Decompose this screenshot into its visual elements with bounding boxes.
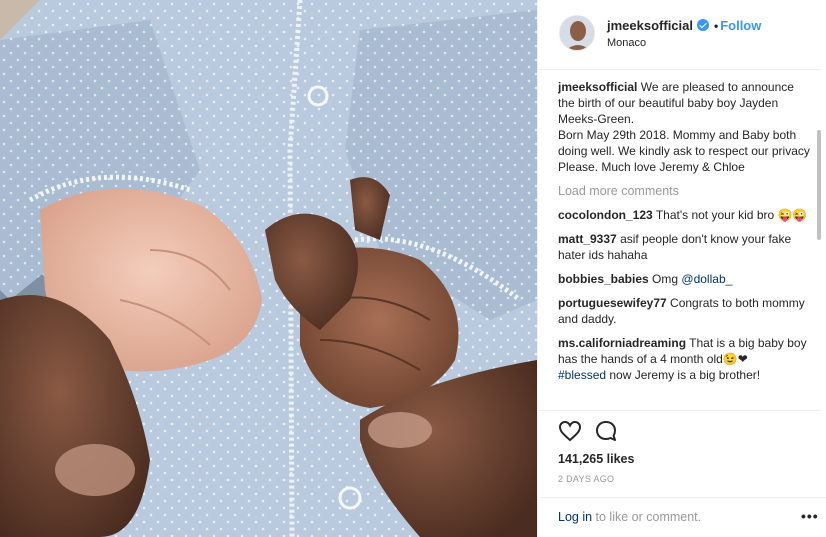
avatar[interactable] xyxy=(559,15,595,51)
comment-username[interactable]: cocolondon_123 xyxy=(558,208,653,222)
header-user-row: jmeeksofficial • Follow xyxy=(607,18,761,33)
comment-item: ms.californiadreaming That is a big baby… xyxy=(558,335,812,383)
verified-badge-icon xyxy=(697,19,709,31)
post-sidebar: jmeeksofficial • Follow Monaco jmeeksoffic… xyxy=(537,0,826,537)
separator-dot: • xyxy=(714,19,719,33)
action-bar xyxy=(538,410,821,450)
comments-scrollbar[interactable] xyxy=(817,70,821,410)
caption-line-2: Born May 29th 2018. Mommy and Baby both … xyxy=(558,128,810,158)
hashtag-link[interactable]: #blessed xyxy=(558,368,606,382)
comment-username[interactable]: matt_9337 xyxy=(558,232,617,246)
comment-username[interactable]: portuguesewifey77 xyxy=(558,296,667,310)
comment-item: portuguesewifey77 Congrats to both mommy… xyxy=(558,295,812,327)
comment-username[interactable]: bobbies_babies xyxy=(558,272,649,286)
speech-bubble-icon xyxy=(596,421,616,441)
follow-button[interactable]: Follow xyxy=(720,18,761,33)
comments-list[interactable]: jmeeksofficial We are pleased to announc… xyxy=(558,79,820,406)
post-timestamp[interactable]: 2 DAYS AGO xyxy=(558,474,614,484)
likes-count[interactable]: 141,265 likes xyxy=(558,452,634,466)
comment-item: cocolondon_123 That's not your kid bro 😜… xyxy=(558,207,812,223)
comment-button[interactable] xyxy=(594,419,618,443)
comment-text: Omg xyxy=(652,272,679,286)
comment-item: matt_9337 asif people don't know your fa… xyxy=(558,231,812,263)
comment-username[interactable]: ms.californiadreaming xyxy=(558,336,686,350)
load-more-comments-button[interactable]: Load more comments xyxy=(558,183,812,199)
like-button[interactable] xyxy=(558,419,582,443)
heart-outline-icon xyxy=(558,420,582,442)
scrollbar-thumb[interactable] xyxy=(817,130,821,240)
post-photo[interactable] xyxy=(0,0,537,537)
more-options-icon[interactable]: ••• xyxy=(801,508,819,524)
comment-item: bobbies_babies Omg @dollab_ xyxy=(558,271,812,287)
caption: jmeeksofficial We are pleased to announc… xyxy=(558,79,812,175)
login-prompt: Log in to like or comment. xyxy=(558,510,701,524)
avatar-image xyxy=(560,16,594,50)
login-footer: Log in to like or comment. ••• xyxy=(538,497,826,537)
post-header: jmeeksofficial • Follow Monaco xyxy=(538,0,821,70)
comment-text-after: now Jeremy is a big brother! xyxy=(606,368,761,382)
login-link[interactable]: Log in xyxy=(558,510,592,524)
caption-line-3: Please. Much love Jeremy & Chloe xyxy=(558,160,745,174)
location-link[interactable]: Monaco xyxy=(607,37,646,49)
comment-text: That's not your kid bro 😜😜 xyxy=(655,208,808,222)
login-prompt-text: to like or comment. xyxy=(592,510,702,524)
mention-link[interactable]: @dollab_ xyxy=(681,272,732,286)
instagram-post: jmeeksofficial • Follow Monaco jmeeksoffic… xyxy=(0,0,826,537)
header-username[interactable]: jmeeksofficial xyxy=(607,18,693,33)
caption-username[interactable]: jmeeksofficial xyxy=(558,80,637,94)
baby-hands-photo xyxy=(0,0,537,537)
